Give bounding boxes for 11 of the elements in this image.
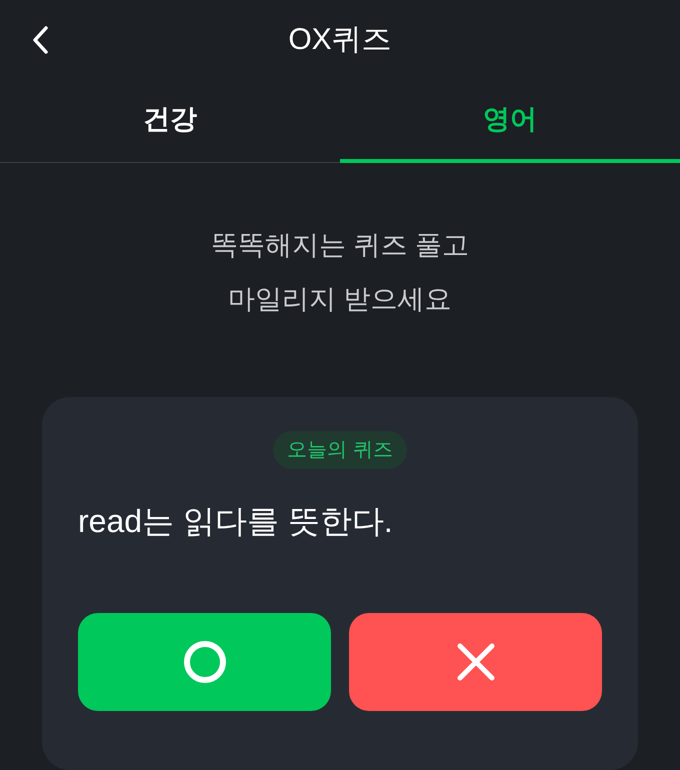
quiz-question: read는 읽다를 뜻한다. — [78, 502, 394, 541]
chevron-left-icon — [31, 25, 49, 55]
circle-icon — [182, 640, 226, 684]
quiz-badge: 오늘의 퀴즈 — [273, 430, 407, 469]
category-tab[interactable]: 영어 — [340, 79, 680, 163]
subtitle-text: 마일리지 받으세요 — [228, 282, 452, 316]
true-answer-button[interactable] — [78, 612, 331, 711]
category-tab[interactable]: 건강 — [0, 79, 340, 163]
x-mark-icon — [456, 642, 496, 682]
subtitle-text: 똑똑해지는 퀴즈 풀고 — [210, 228, 469, 262]
screen-title: OX퀴즈 — [288, 22, 392, 58]
